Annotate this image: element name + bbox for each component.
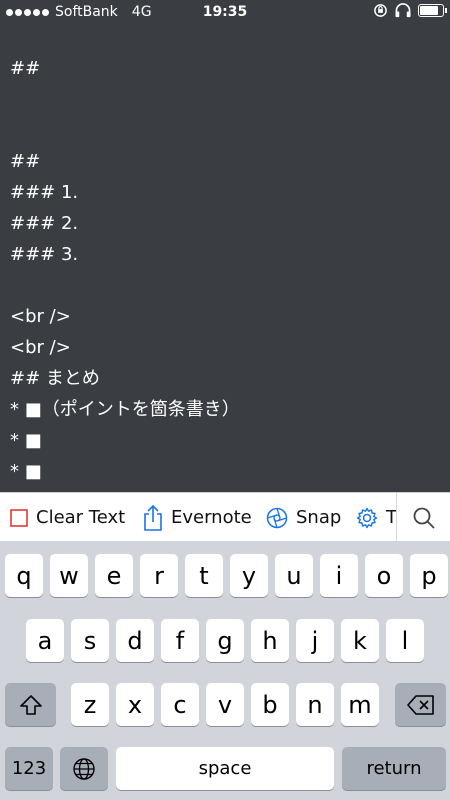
snap-label: Snap: [296, 507, 342, 528]
evernote-label: Evernote: [171, 507, 252, 528]
search-icon: [413, 507, 435, 529]
editor-line: ### 2.: [10, 213, 79, 234]
markdown-editor[interactable]: ## ## ### 1. ### 2. ### 3. <br /> <br /> ## まとめ…: [0, 24, 450, 492]
key-m[interactable]: m: [341, 683, 379, 726]
status-right: [373, 3, 447, 18]
key-n[interactable]: n: [296, 683, 334, 726]
key-y[interactable]: y: [230, 554, 268, 597]
editor-line: ### 3.: [10, 244, 79, 265]
editor-line: ## まとめ: [10, 368, 100, 389]
key-q[interactable]: q: [5, 554, 43, 597]
onscreen-keyboard: 123 space return qwertyuiop asdfghjkl zxcv…: [0, 541, 450, 800]
evernote-button[interactable]: Evernote: [143, 493, 252, 542]
editor-line: * ■: [10, 461, 42, 482]
clear-text-button[interactable]: Clear Text: [10, 493, 125, 542]
key-f[interactable]: f: [161, 619, 199, 662]
editor-line: <br />: [10, 306, 71, 327]
status-bar: SoftBank 4G 19:35: [0, 0, 450, 24]
key-z[interactable]: z: [71, 683, 109, 726]
share-icon: [144, 504, 162, 531]
editor-line: <br />: [10, 337, 71, 358]
key-p[interactable]: p: [410, 554, 448, 597]
key-d[interactable]: d: [116, 619, 154, 662]
key-a[interactable]: a: [26, 619, 64, 662]
key-k[interactable]: k: [341, 619, 379, 662]
key-i[interactable]: i: [320, 554, 358, 597]
headphones-icon: [395, 3, 411, 18]
return-key[interactable]: return: [342, 747, 446, 790]
editor-line: ##: [10, 151, 41, 172]
key-w[interactable]: w: [50, 554, 88, 597]
key-r[interactable]: r: [140, 554, 178, 597]
delete-key[interactable]: [395, 683, 446, 726]
checkbox-square-icon: [10, 508, 28, 527]
backspace-icon: [406, 694, 434, 715]
search-button[interactable]: [397, 493, 450, 542]
editor-line: ### 1.: [10, 182, 79, 203]
key-h[interactable]: h: [251, 619, 289, 662]
key-v[interactable]: v: [206, 683, 244, 726]
settings-button[interactable]: T: [356, 493, 397, 542]
battery-icon: [418, 4, 447, 17]
shift-key[interactable]: [5, 683, 56, 726]
key-u[interactable]: u: [275, 554, 313, 597]
key-t[interactable]: t: [185, 554, 223, 597]
snap-button[interactable]: Snap: [266, 493, 341, 542]
key-g[interactable]: g: [206, 619, 244, 662]
shift-arrow-icon: [19, 694, 42, 715]
snap-icon: [266, 507, 288, 528]
rotation-lock-icon: [374, 4, 387, 17]
editor-line: * ■（ポイントを箇条書き）: [10, 399, 240, 420]
key-o[interactable]: o: [365, 554, 403, 597]
key-x[interactable]: x: [116, 683, 154, 726]
numbers-key[interactable]: 123: [5, 747, 53, 790]
gear-icon: [356, 507, 378, 528]
editor-line: * ■: [10, 430, 42, 451]
space-key[interactable]: space: [116, 747, 334, 790]
key-e[interactable]: e: [95, 554, 133, 597]
key-s[interactable]: s: [71, 619, 109, 662]
key-l[interactable]: l: [386, 619, 424, 662]
clear-text-label: Clear Text: [36, 507, 126, 528]
key-b[interactable]: b: [251, 683, 289, 726]
action-toolbar: Clear Text Evernote Snap T: [0, 492, 450, 542]
globe-key[interactable]: [60, 747, 108, 790]
key-c[interactable]: c: [161, 683, 199, 726]
editor-line: ##: [10, 58, 41, 79]
globe-icon: [73, 757, 95, 780]
key-j[interactable]: j: [296, 619, 334, 662]
